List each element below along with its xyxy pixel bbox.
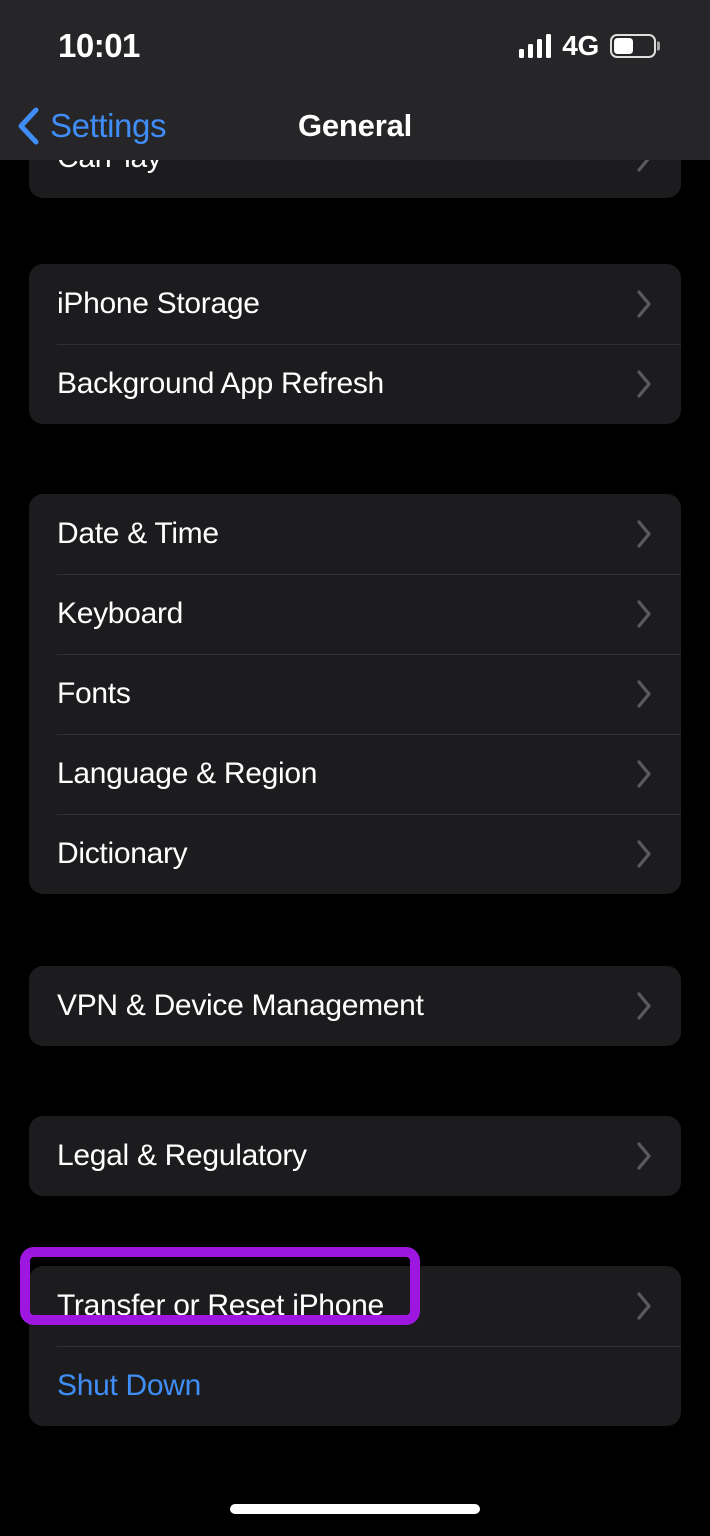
localization-group: Date & Time Keyboard Fonts Language & Regio… bbox=[29, 494, 681, 894]
chevron-right-icon bbox=[637, 680, 651, 708]
chevron-right-icon bbox=[637, 1142, 651, 1170]
list-item-label: Transfer or Reset iPhone bbox=[57, 1289, 384, 1322]
list-item-label: VPN & Device Management bbox=[57, 989, 424, 1022]
chevron-right-icon bbox=[637, 840, 651, 868]
list-item-label: Date & Time bbox=[57, 517, 219, 550]
chevron-right-icon bbox=[637, 370, 651, 398]
vpn-group: VPN & Device Management bbox=[29, 966, 681, 1046]
navigation-bar: Settings General bbox=[0, 92, 710, 160]
list-item-label: Language & Region bbox=[57, 757, 318, 790]
list-item[interactable]: VPN & Device Management bbox=[29, 966, 681, 1046]
list-item[interactable]: Background App Refresh bbox=[29, 344, 681, 424]
chevron-right-icon bbox=[637, 520, 651, 548]
back-button[interactable]: Settings bbox=[16, 92, 166, 160]
back-button-label: Settings bbox=[50, 107, 167, 144]
status-bar-time: 10:01 bbox=[58, 27, 140, 64]
list-item-label: Fonts bbox=[57, 677, 131, 710]
cellular-signal-icon bbox=[518, 34, 552, 58]
chevron-right-icon bbox=[637, 992, 651, 1020]
list-item-label: Background App Refresh bbox=[57, 367, 384, 400]
list-item[interactable]: Transfer or Reset iPhone bbox=[29, 1266, 681, 1346]
storage-group: iPhone Storage Background App Refresh bbox=[29, 264, 681, 424]
battery-icon bbox=[610, 34, 660, 58]
list-item-label: Dictionary bbox=[57, 837, 188, 870]
carrier-tech-label: 4G bbox=[562, 30, 599, 61]
list-item[interactable]: Shut Down bbox=[29, 1346, 681, 1426]
status-bar-indicators: 4G bbox=[518, 30, 660, 62]
list-item-label: Keyboard bbox=[57, 597, 184, 630]
list-item[interactable]: iPhone Storage bbox=[29, 264, 681, 344]
chevron-left-icon bbox=[18, 107, 39, 145]
chevron-right-icon bbox=[637, 760, 651, 788]
list-item[interactable]: Keyboard bbox=[29, 574, 681, 654]
chevron-right-icon bbox=[637, 600, 651, 628]
home-indicator[interactable] bbox=[230, 1504, 480, 1514]
list-item-label: Legal & Regulatory bbox=[57, 1139, 307, 1172]
list-item[interactable]: Date & Time bbox=[29, 494, 681, 574]
list-item[interactable]: Legal & Regulatory bbox=[29, 1116, 681, 1196]
list-item[interactable]: Fonts bbox=[29, 654, 681, 734]
list-item-label: Shut Down bbox=[57, 1369, 202, 1402]
battery-nub bbox=[657, 41, 660, 51]
list-item[interactable]: Language & Region bbox=[29, 734, 681, 814]
list-item[interactable]: Dictionary bbox=[29, 814, 681, 894]
battery-fill bbox=[614, 38, 633, 54]
chevron-right-icon bbox=[637, 290, 651, 318]
list-item-label: iPhone Storage bbox=[57, 287, 260, 320]
chevron-right-icon bbox=[637, 1292, 651, 1320]
iphone-settings-screen: CarPlayiPhone StorageBackground App Refr… bbox=[0, 0, 710, 1536]
reset-group: Transfer or Reset iPhone Shut Down bbox=[29, 1266, 681, 1426]
status-bar: 10:01 4G bbox=[0, 0, 710, 92]
settings-scroll-content[interactable]: CarPlayiPhone StorageBackground App Refr… bbox=[0, 0, 710, 1426]
legal-group: Legal & Regulatory bbox=[29, 1116, 681, 1196]
